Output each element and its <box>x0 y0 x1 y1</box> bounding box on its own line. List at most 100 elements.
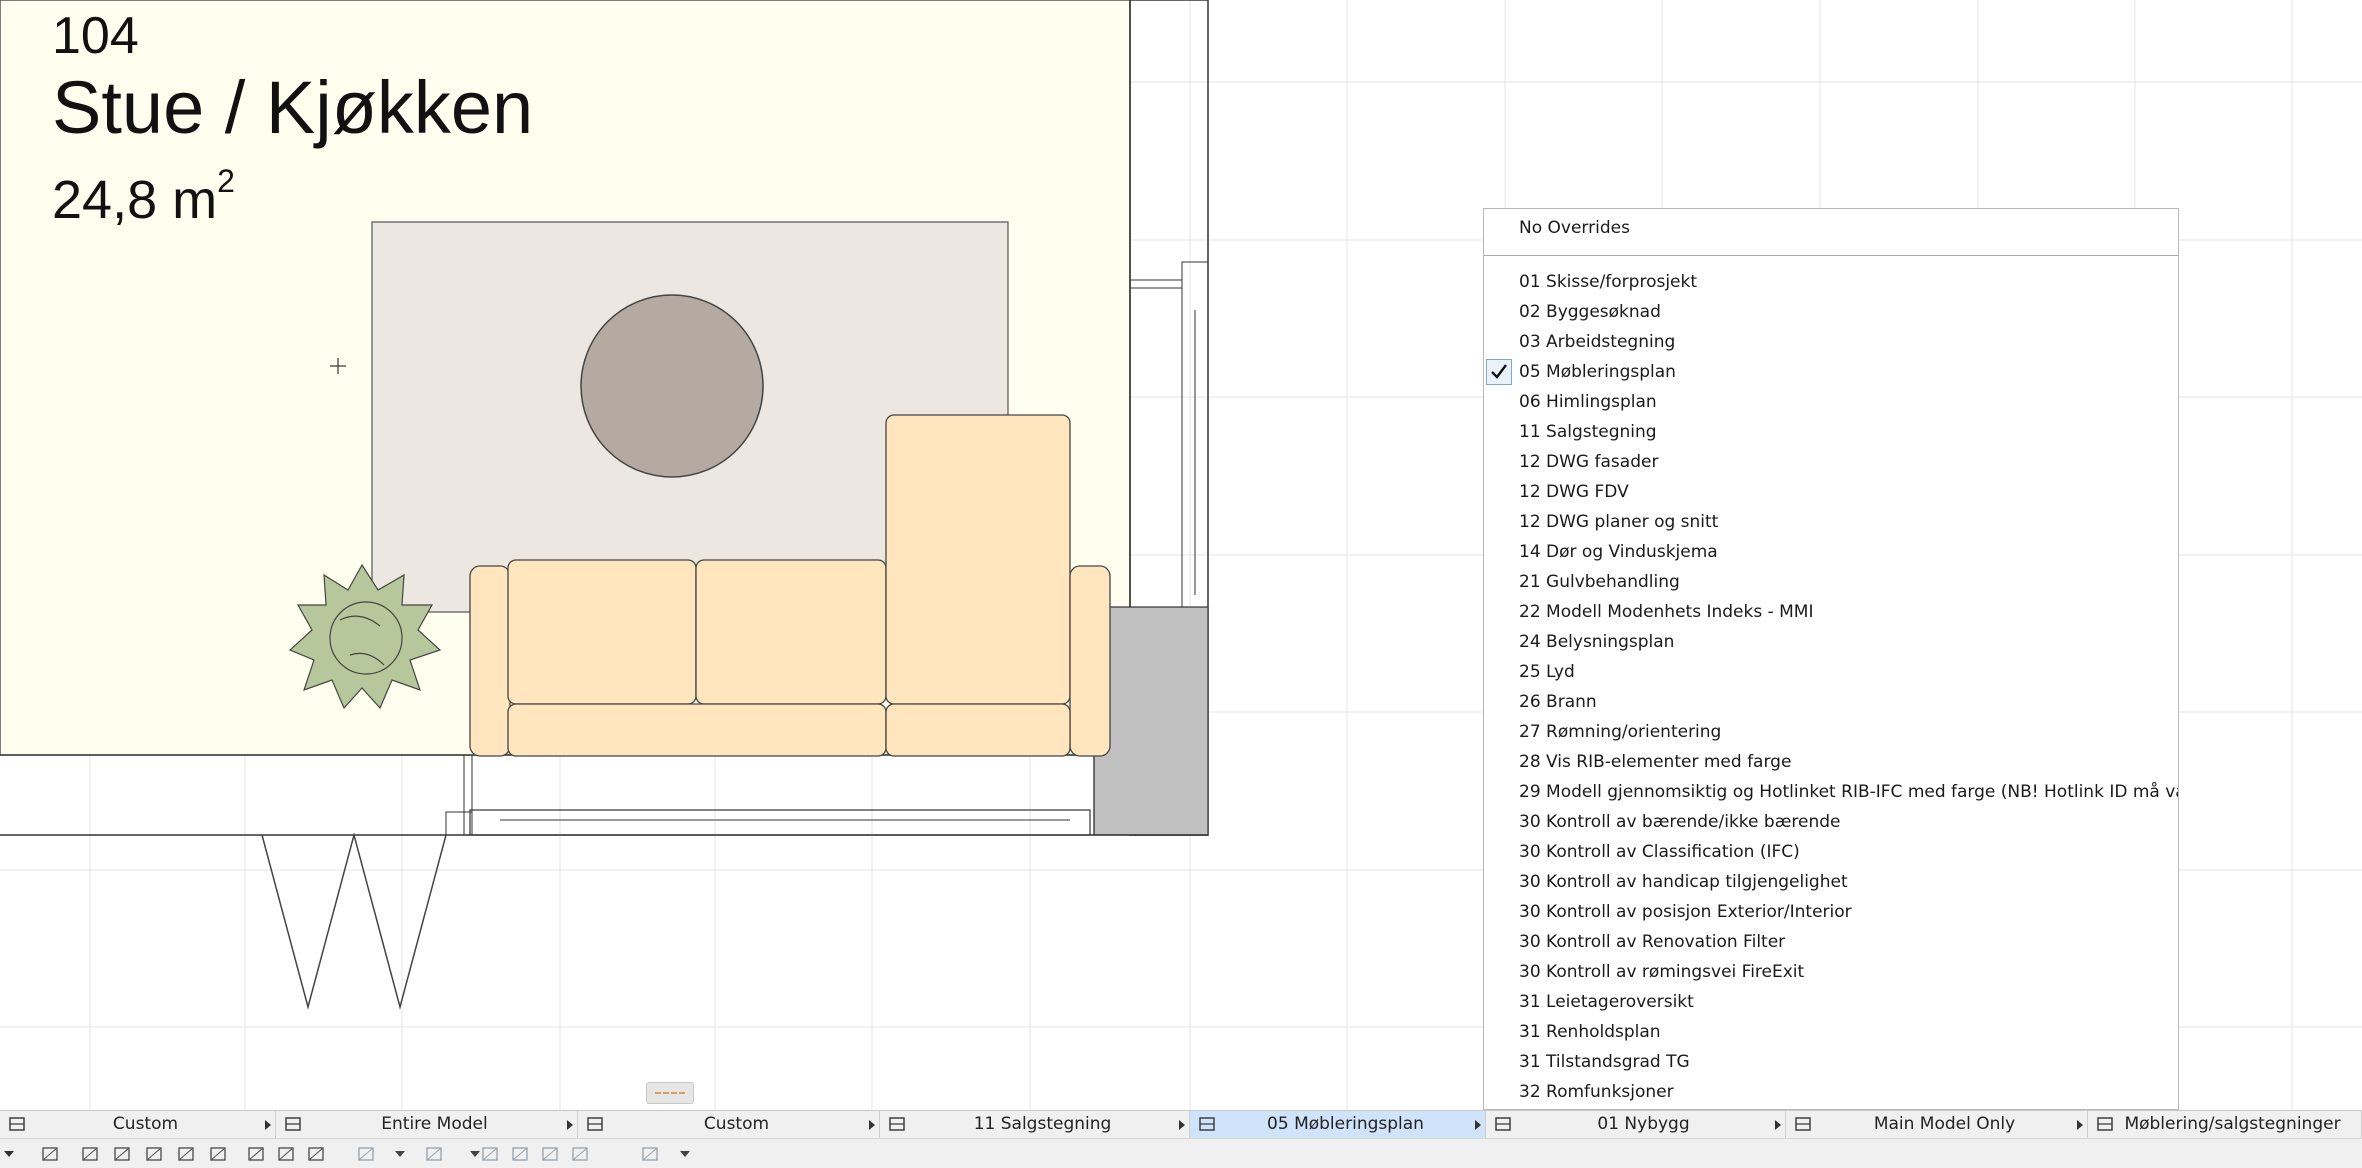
menu-item-override[interactable]: 21 Gulvbehandling <box>1484 567 2178 597</box>
menu-item-override[interactable]: 26 Brann <box>1484 687 2178 717</box>
menu-item-override[interactable]: 32 Romfunksjoner <box>1484 1077 2178 1107</box>
menu-item-override[interactable]: 30 Kontroll av handicap tilgjengelighet <box>1484 867 2178 897</box>
menu-item-no-overrides[interactable]: No Overrides <box>1484 213 2178 243</box>
quick-option-label: 01 Nybygg <box>1597 1114 1690 1134</box>
menu-item-override[interactable]: 02 Byggesøknad <box>1484 297 2178 327</box>
hatch-tool-icon[interactable] <box>176 1144 196 1164</box>
menu-item-override[interactable]: 12 DWG fasader <box>1484 447 2178 477</box>
menu-item-override[interactable]: 01 Skisse/forprosjekt <box>1484 267 2178 297</box>
door-frame <box>445 811 473 836</box>
menu-item-label: 12 DWG planer og snitt <box>1519 512 1719 532</box>
menu-item-label: 12 DWG fasader <box>1519 452 1659 472</box>
pen-tool-icon[interactable] <box>80 1144 100 1164</box>
toolbar-left-arrow-icon[interactable] <box>4 1151 14 1157</box>
menu-item-override[interactable]: 11 Salgstegning <box>1484 417 2178 447</box>
quick-option-structural-function[interactable]: Main Model Only <box>1786 1111 2088 1138</box>
room-area-unit-exponent: 2 <box>217 163 235 199</box>
model-view-options-icon <box>888 1115 906 1133</box>
menu-item-override[interactable]: 03 Arbeidstegning <box>1484 327 2178 357</box>
menu-item-override[interactable]: 06 Himlingsplan <box>1484 387 2178 417</box>
menu-item-override[interactable]: 28 Vis RIB-elementer med farge <box>1484 747 2178 777</box>
menu-item-label: 30 Kontroll av rømingsvei FireExit <box>1519 962 1805 982</box>
dropdown-arrow-icon[interactable] <box>395 1151 405 1157</box>
handle-dashes-icon <box>655 1092 685 1094</box>
menu-item-override[interactable]: 30 Kontroll av bærende/ikke bærende <box>1484 807 2178 837</box>
window-tool-icon[interactable] <box>276 1144 296 1164</box>
slab-tool-icon[interactable] <box>144 1144 164 1164</box>
chevron-right-icon[interactable] <box>1475 1120 1481 1130</box>
grid-tool-icon[interactable] <box>306 1144 326 1164</box>
menu-item-override[interactable]: 30 Kontroll av rømingsvei FireExit <box>1484 957 2178 987</box>
quick-option-graphic-overrides[interactable]: 05 Møbleringsplan <box>1190 1111 1486 1138</box>
quick-option-model-view-options[interactable]: 11 Salgstegning <box>880 1111 1190 1138</box>
graphic-overrides-icon <box>1198 1115 1216 1133</box>
pet-palette-handle[interactable] <box>646 1082 694 1104</box>
chevron-right-icon[interactable] <box>869 1120 875 1130</box>
wall-gray-block <box>1093 606 1209 836</box>
menu-item-label: 30 Kontroll av Renovation Filter <box>1519 932 1786 952</box>
menu-item-label: 31 Tilstandsgrad TG <box>1519 1052 1690 1072</box>
menu-item-override[interactable]: 05 Møbleringsplan <box>1484 357 2178 387</box>
menu-item-override[interactable]: 12 DWG planer og snitt <box>1484 507 2178 537</box>
arrange-back-icon[interactable] <box>424 1144 444 1164</box>
menu-item-override[interactable]: 27 Rømning/orientering <box>1484 717 2178 747</box>
structural-function-icon <box>1794 1115 1812 1133</box>
mirror-icon[interactable] <box>540 1144 560 1164</box>
chevron-right-icon[interactable] <box>1775 1120 1781 1130</box>
quick-option-label: 11 Salgstegning <box>973 1114 1112 1134</box>
dropdown-arrow-icon[interactable] <box>680 1151 690 1157</box>
quick-option-label: 05 Møbleringsplan <box>1267 1114 1424 1134</box>
menu-item-override[interactable]: 30 Kontroll av Classification (IFC) <box>1484 837 2178 867</box>
quick-option-label: Main Model Only <box>1873 1114 2016 1134</box>
menu-item-override[interactable]: 30 Kontroll av Renovation Filter <box>1484 927 2178 957</box>
distribute-icon[interactable] <box>510 1144 530 1164</box>
menu-item-label: 30 Kontroll av handicap tilgjengelighet <box>1519 872 1848 892</box>
menu-item-override[interactable]: 31 Leietageroversikt <box>1484 987 2178 1017</box>
chevron-right-icon[interactable] <box>1179 1120 1185 1130</box>
magic-wand-icon[interactable] <box>640 1144 660 1164</box>
room-area-value: 24,8 m <box>52 170 218 230</box>
menu-item-label: 26 Brann <box>1519 692 1597 712</box>
quick-option-pen-set[interactable]: Custom <box>578 1111 880 1138</box>
menu-item-label: 22 Modell Modenhets Indeks - MMI <box>1519 602 1814 622</box>
layer-combination-icon <box>8 1115 26 1133</box>
quick-option-label: Entire Model <box>381 1114 488 1134</box>
quick-option-label: Custom <box>112 1114 179 1134</box>
chevron-right-icon[interactable] <box>567 1120 573 1130</box>
column-tool-icon[interactable] <box>246 1144 266 1164</box>
menu-item-label: 31 Renholdsplan <box>1519 1022 1661 1042</box>
menu-item-override[interactable]: 12 DWG FDV <box>1484 477 2178 507</box>
stair-tool-icon[interactable] <box>112 1144 132 1164</box>
room-label: 104 Stue / Kjøkken 24,8 m2 <box>52 6 533 231</box>
menu-item-override[interactable]: 24 Belysningsplan <box>1484 627 2178 657</box>
door-swing <box>261 832 447 1010</box>
quick-option-layer-combination[interactable]: Custom <box>0 1111 276 1138</box>
menu-item-override[interactable]: 30 Kontroll av posisjon Exterior/Interio… <box>1484 897 2178 927</box>
partial-structure-icon <box>284 1115 302 1133</box>
menu-item-override[interactable]: 14 Dør og Vinduskjema <box>1484 537 2178 567</box>
menu-item-override[interactable]: 29 Modell gjennomsiktig og Hotlinket RIB… <box>1484 777 2178 807</box>
align-icon[interactable] <box>480 1144 500 1164</box>
menu-item-label: 05 Møbleringsplan <box>1519 362 1676 382</box>
round-table <box>580 294 764 478</box>
quick-option-dimension-standard[interactable]: Møblering/salgstegninger <box>2088 1111 2362 1138</box>
menu-item-label: 31 Leietageroversikt <box>1519 992 1694 1012</box>
chevron-right-icon[interactable] <box>2077 1120 2083 1130</box>
arrange-front-icon[interactable] <box>356 1144 376 1164</box>
chevron-right-icon[interactable] <box>265 1120 271 1130</box>
quick-option-partial-structure[interactable]: Entire Model <box>276 1111 578 1138</box>
graphic-overrides-dropdown[interactable]: No Overrides 01 Skisse/forprosjekt 02 Byg… <box>1483 208 2179 1110</box>
menu-item-label: 25 Lyd <box>1519 662 1575 682</box>
quick-options-bar: Custom Entire Model Custom 11 Salgstegning 0… <box>0 1110 2362 1138</box>
menu-item-override[interactable]: 31 Renholdsplan <box>1484 1017 2178 1047</box>
rotate-icon[interactable] <box>570 1144 590 1164</box>
dropdown-arrow-icon[interactable] <box>470 1151 480 1157</box>
door-tool-icon[interactable] <box>40 1144 60 1164</box>
menu-item-override[interactable]: 25 Lyd <box>1484 657 2178 687</box>
quick-option-renovation-filter[interactable]: 01 Nybygg <box>1486 1111 1786 1138</box>
line-tool-icon[interactable] <box>208 1144 228 1164</box>
menu-item-override[interactable]: 22 Modell Modenhets Indeks - MMI <box>1484 597 2178 627</box>
menu-item-override[interactable]: 31 Tilstandsgrad TG <box>1484 1047 2178 1077</box>
menu-item-label: 01 Skisse/forprosjekt <box>1519 272 1698 292</box>
menu-item-label: 24 Belysningsplan <box>1519 632 1675 652</box>
